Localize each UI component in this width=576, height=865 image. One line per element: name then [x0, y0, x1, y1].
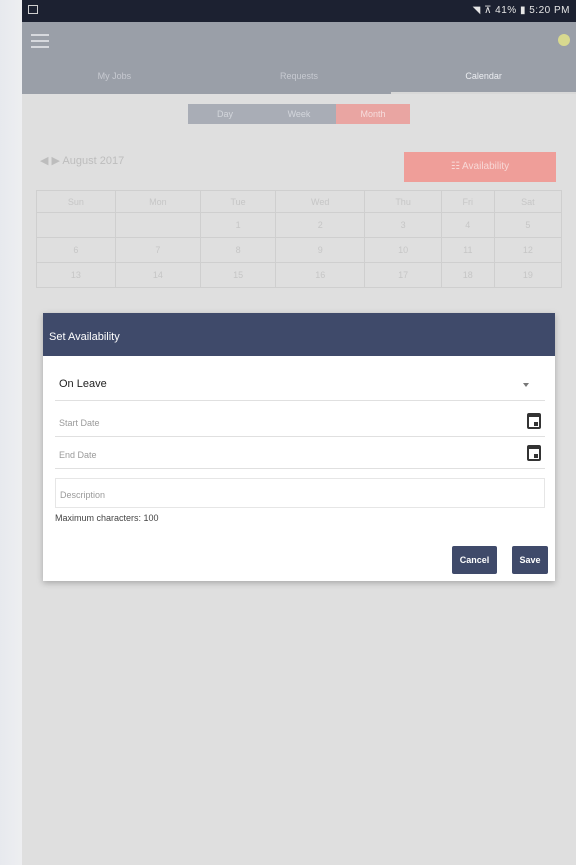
day-header: Fri	[440, 190, 495, 213]
calendar-day-cell[interactable]: 7	[114, 237, 202, 263]
day-header: Wed	[275, 190, 366, 213]
tab-my-jobs[interactable]: My Jobs	[22, 66, 207, 94]
app-bar: My Jobs Requests Calendar	[22, 22, 576, 94]
calendar-day-cell[interactable]: 6	[36, 237, 116, 263]
calendar-week-row: 13 14 15 16 17 18 19	[36, 262, 563, 288]
day-header: Mon	[114, 190, 202, 213]
save-button[interactable]: Save	[512, 546, 548, 574]
calendar-day-cell[interactable]: 13	[36, 262, 116, 288]
status-bar: ◥ ⊼ 41% ▮ 5:20 PM	[22, 0, 576, 22]
profile-icon[interactable]	[558, 34, 570, 46]
calendar-day-cell[interactable]: 17	[364, 262, 442, 288]
calendar-day-cell[interactable]: 12	[493, 237, 563, 263]
calendar-day-cell[interactable]: 5	[493, 212, 563, 238]
day-header: Sat	[493, 190, 563, 213]
description-placeholder: Description	[60, 490, 106, 500]
availability-button[interactable]: ☷ Availability	[404, 152, 556, 182]
day-header: Tue	[200, 190, 277, 213]
calendar-day-cell[interactable]: 9	[275, 237, 366, 263]
dropdown-arrow-icon[interactable]	[523, 383, 529, 387]
calendar-week-row: 6 7 8 9 10 11 12	[36, 237, 563, 263]
calendar-day-cell[interactable]: 1	[200, 212, 277, 238]
day-header: Thu	[364, 190, 442, 213]
max-characters-hint: Maximum characters: 100	[55, 513, 159, 523]
start-date-placeholder: Start Date	[59, 418, 100, 428]
calendar-day-cell[interactable]: 18	[440, 262, 495, 288]
set-availability-dialog: Set Availability On Leave Start Date End…	[43, 313, 555, 581]
description-field[interactable]: Description	[55, 478, 545, 508]
calendar-day-cell[interactable]: 8	[200, 237, 277, 263]
view-month-button[interactable]: Month	[336, 104, 410, 124]
calendar-day-cell[interactable]: 15	[200, 262, 277, 288]
calendar-day-cell[interactable]	[36, 212, 116, 238]
month-nav[interactable]: ◀ ▶ August 2017	[40, 154, 124, 167]
calendar-header-row: Sun Mon Tue Wed Thu Fri Sat	[36, 190, 563, 213]
calendar-day-cell[interactable]: 3	[364, 212, 442, 238]
view-toggle: Day Week Month	[188, 104, 410, 124]
tab-calendar[interactable]: Calendar	[391, 66, 576, 94]
view-day-button[interactable]: Day	[188, 104, 262, 124]
end-date-placeholder: End Date	[59, 450, 97, 460]
dialog-title: Set Availability	[43, 313, 555, 356]
availability-status-value: On Leave	[59, 378, 107, 390]
tab-requests[interactable]: Requests	[207, 66, 392, 94]
calendar-week-row: 1 2 3 4 5	[36, 212, 563, 238]
calendar-day-cell[interactable]: 14	[114, 262, 202, 288]
image-icon	[28, 5, 38, 14]
calendar-day-cell[interactable]: 2	[275, 212, 366, 238]
calendar-day-cell[interactable]	[114, 212, 202, 238]
availability-status-select[interactable]: On Leave	[55, 371, 545, 401]
calendar-icon[interactable]	[527, 445, 541, 461]
cancel-button[interactable]: Cancel	[452, 546, 497, 574]
day-header: Sun	[36, 190, 116, 213]
calendar-day-cell[interactable]: 19	[493, 262, 563, 288]
calendar-day-cell[interactable]: 10	[364, 237, 442, 263]
top-tabs: My Jobs Requests Calendar	[22, 66, 576, 94]
calendar-icon[interactable]	[527, 413, 541, 429]
calendar-day-cell[interactable]: 11	[440, 237, 495, 263]
status-indicators: ◥ ⊼ 41% ▮ 5:20 PM	[472, 5, 570, 16]
view-week-button[interactable]: Week	[262, 104, 336, 124]
calendar-day-cell[interactable]: 4	[440, 212, 495, 238]
end-date-field[interactable]: End Date	[55, 441, 545, 469]
month-calendar: Sun Mon Tue Wed Thu Fri Sat 1 2 3 4 5 6	[36, 190, 563, 288]
calendar-day-cell[interactable]: 16	[275, 262, 366, 288]
menu-icon[interactable]	[31, 34, 49, 48]
start-date-field[interactable]: Start Date	[55, 409, 545, 437]
